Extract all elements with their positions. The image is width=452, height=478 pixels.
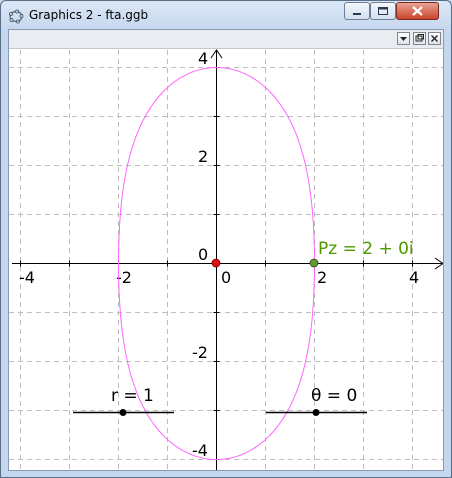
point-pz[interactable] xyxy=(309,258,319,268)
slider-theta[interactable]: θ = 0 xyxy=(266,386,367,416)
graphics-canvas[interactable]: -4 -2 0 2 4 4 2 0 -2 -4 Pz = 2 + 0i r = … xyxy=(9,30,443,470)
close-icon xyxy=(412,6,423,16)
app-window: Graphics 2 - fta.ggb -4 -2 0 2 4 4 2 0 -… xyxy=(0,0,452,478)
title-bar[interactable]: Graphics 2 - fta.ggb xyxy=(1,1,451,29)
y-tick-label: -2 xyxy=(192,343,208,362)
maximize-button[interactable] xyxy=(370,2,396,20)
slider-r-label: r = 1 xyxy=(111,386,154,406)
slider-theta-handle[interactable] xyxy=(312,409,320,416)
y-tick-label: 2 xyxy=(198,147,208,166)
slider-r-handle[interactable] xyxy=(119,409,127,416)
y-tick-label: 4 xyxy=(198,49,208,68)
grid-lines xyxy=(9,50,443,470)
close-button[interactable] xyxy=(396,2,439,20)
close-icon xyxy=(431,35,438,42)
view-close-button[interactable] xyxy=(428,32,441,45)
y-tick-label: 0 xyxy=(198,245,208,264)
geogebra-icon xyxy=(9,9,24,24)
minimize-icon xyxy=(353,13,361,15)
slider-theta-label: θ = 0 xyxy=(311,386,357,406)
view-menu-button[interactable] xyxy=(397,32,410,45)
dropdown-icon xyxy=(400,37,407,41)
x-tick-label: -4 xyxy=(19,268,35,287)
point-pz-label: Pz = 2 + 0i xyxy=(318,239,414,259)
window-title: Graphics 2 - fta.ggb xyxy=(29,8,149,22)
slider-r[interactable]: r = 1 xyxy=(73,386,174,416)
origin-point[interactable] xyxy=(211,258,221,268)
x-tick-label: 2 xyxy=(317,268,327,287)
view-dock-button[interactable] xyxy=(413,32,426,45)
graphics-view-panel: -4 -2 0 2 4 4 2 0 -2 -4 Pz = 2 + 0i r = … xyxy=(8,29,444,471)
x-tick-label: 4 xyxy=(409,268,419,287)
minimize-button[interactable] xyxy=(344,2,370,20)
axes xyxy=(12,49,443,470)
maximize-icon xyxy=(378,7,388,15)
view-title-bar xyxy=(9,30,443,49)
restore-icon xyxy=(415,34,424,42)
x-tick-label: 0 xyxy=(221,268,231,287)
